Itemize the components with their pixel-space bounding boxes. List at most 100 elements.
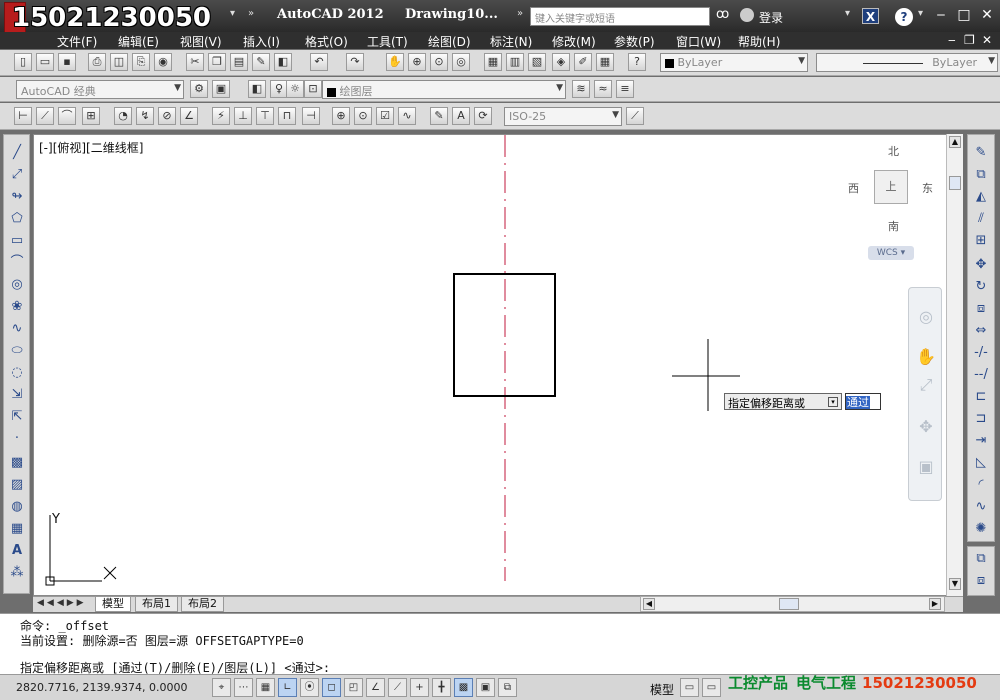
- menu-insert[interactable]: 插入(I): [243, 33, 280, 50]
- stretch-icon[interactable]: ⇔: [971, 321, 991, 341]
- dynamic-input-field[interactable]: 通过: [845, 393, 881, 410]
- tool-palettes-icon[interactable]: ▧: [528, 53, 546, 71]
- save-icon[interactable]: ▪: [58, 53, 76, 71]
- login-link[interactable]: 登录: [759, 9, 783, 26]
- ellipse-icon[interactable]: ⬭: [7, 341, 27, 361]
- tab-model[interactable]: 模型: [95, 597, 131, 612]
- blend-curves-icon[interactable]: ∿: [971, 497, 991, 517]
- move-icon[interactable]: ✥: [971, 255, 991, 275]
- offset-icon[interactable]: ⫽: [971, 209, 991, 229]
- menu-modify[interactable]: 修改(M): [552, 33, 596, 50]
- layer-previous-icon[interactable]: ≈: [594, 80, 612, 98]
- zoom-window-icon[interactable]: ⊙: [430, 53, 448, 71]
- 3d-print-icon[interactable]: ◉: [154, 53, 172, 71]
- dim-break-icon[interactable]: ⊣: [302, 107, 320, 125]
- menu-help[interactable]: 帮助(H): [738, 33, 780, 50]
- dropdown-arrow-icon[interactable]: ▾: [230, 8, 235, 19]
- circle-icon[interactable]: ◎: [7, 275, 27, 295]
- binoculars-icon[interactable]: ꝏ: [716, 7, 734, 25]
- dimstyle-combo[interactable]: ISO-25 ▼: [504, 107, 622, 126]
- showmotion-icon[interactable]: ▣: [915, 456, 937, 478]
- layer-lock-icon[interactable]: ⊡: [304, 80, 322, 98]
- viewcube-east[interactable]: 东: [922, 180, 933, 196]
- insert-block-icon[interactable]: ⇲: [7, 385, 27, 405]
- menu-view[interactable]: 视图(V): [180, 33, 222, 50]
- layer-freeze-icon[interactable]: ☼: [286, 80, 304, 98]
- break-icon[interactable]: ⊐: [971, 409, 991, 429]
- erase-icon[interactable]: ✎: [971, 143, 991, 163]
- vertical-scrollbar[interactable]: ▲ ▼: [946, 134, 963, 596]
- extend-icon[interactable]: --/: [971, 365, 991, 385]
- inspection-icon[interactable]: ☑: [376, 107, 394, 125]
- polyline-icon[interactable]: ↬: [7, 187, 27, 207]
- help-button-icon[interactable]: ?: [628, 53, 646, 71]
- copy-object-icon[interactable]: ⧉: [971, 165, 991, 185]
- snap-mode-icon[interactable]: ⋯: [234, 678, 253, 697]
- dynamic-ucs-icon[interactable]: ⟋: [388, 678, 407, 697]
- dim-space-icon[interactable]: ⊓: [278, 107, 296, 125]
- join-icon[interactable]: ⇥: [971, 431, 991, 451]
- zoom-previous-icon[interactable]: ◎: [452, 53, 470, 71]
- markup-icon[interactable]: ✐: [574, 53, 592, 71]
- object-snap-tracking-icon[interactable]: ∠: [366, 678, 385, 697]
- expand-arrows-icon[interactable]: »: [248, 8, 254, 19]
- gradient-icon[interactable]: ▨: [7, 475, 27, 495]
- publish-icon[interactable]: ⎘: [132, 53, 150, 71]
- block-editor-icon[interactable]: ◧: [274, 53, 292, 71]
- menu-file[interactable]: 文件(F): [57, 33, 97, 50]
- preview-icon[interactable]: ◫: [110, 53, 128, 71]
- dropdown-arrow-icon[interactable]: ▾: [845, 8, 850, 19]
- viewcube-south[interactable]: 南: [888, 218, 899, 234]
- dynamic-input-icon[interactable]: +: [410, 678, 429, 697]
- object-snap-icon[interactable]: ◻: [322, 678, 341, 697]
- open-icon[interactable]: ▭: [36, 53, 54, 71]
- new-icon[interactable]: ▯: [14, 53, 32, 71]
- coordinate-readout[interactable]: 2820.7716, 2139.9374, 0.0000: [16, 681, 187, 694]
- help-icon[interactable]: ?: [895, 8, 913, 26]
- angular-dim-icon[interactable]: ∠: [180, 107, 198, 125]
- undo-icon[interactable]: ↶: [310, 53, 328, 71]
- viewcube-top-face[interactable]: 上: [874, 170, 908, 204]
- layer-combo[interactable]: 绘图层 ▼: [322, 80, 566, 99]
- expand-arrows-icon[interactable]: »: [517, 8, 523, 19]
- transparency-icon[interactable]: ▩: [454, 678, 473, 697]
- dim-update-icon[interactable]: ⟳: [474, 107, 492, 125]
- redo-icon[interactable]: ↷: [346, 53, 364, 71]
- scroll-up-icon[interactable]: ▲: [949, 136, 961, 148]
- tolerance-icon[interactable]: ⊕: [332, 107, 350, 125]
- horizontal-scrollbar[interactable]: ◀ ▶: [640, 596, 945, 612]
- options-dropdown-icon[interactable]: ▾: [828, 397, 838, 407]
- menu-window[interactable]: 窗口(W): [676, 33, 721, 50]
- cut-icon[interactable]: ✂: [186, 53, 204, 71]
- rectangle-icon[interactable]: ▭: [7, 231, 27, 251]
- scroll-thumb[interactable]: [949, 176, 961, 190]
- arc-icon[interactable]: ⌒: [7, 253, 27, 273]
- viewcube-west[interactable]: 西: [848, 180, 859, 196]
- add-selected-icon[interactable]: ⁂: [7, 563, 27, 583]
- user-icon[interactable]: [740, 8, 754, 22]
- chamfer-icon[interactable]: ◺: [971, 453, 991, 473]
- menu-format[interactable]: 格式(O): [305, 33, 348, 50]
- dropdown-arrow-icon[interactable]: ▾: [918, 8, 923, 19]
- doc-restore-button[interactable]: ❐: [964, 33, 975, 47]
- doc-minimize-button[interactable]: ‒: [948, 33, 956, 47]
- center-mark-icon[interactable]: ⊙: [354, 107, 372, 125]
- ellipse-arc-icon[interactable]: ◌: [7, 363, 27, 383]
- workspace-combo[interactable]: AutoCAD 经典 ▼: [16, 80, 184, 99]
- dim-style-icon[interactable]: ⟋: [626, 107, 644, 125]
- match-properties-icon[interactable]: ✎: [252, 53, 270, 71]
- dim-text-edit-icon[interactable]: A: [452, 107, 470, 125]
- tab-layout1[interactable]: 布局1: [135, 597, 178, 612]
- table-icon[interactable]: ▦: [7, 519, 27, 539]
- viewcube[interactable]: 北 南 东 西 上: [848, 143, 942, 234]
- quick-properties-icon[interactable]: ▣: [476, 678, 495, 697]
- copy-icon[interactable]: ❐: [208, 53, 226, 71]
- pan-nav-icon[interactable]: ✋: [915, 346, 937, 368]
- explode-icon[interactable]: ✺: [971, 519, 991, 539]
- jogged-dim-icon[interactable]: ↯: [136, 107, 154, 125]
- workspace-settings-icon[interactable]: ⚙: [190, 80, 208, 98]
- aligned-dim-icon[interactable]: ⟋: [36, 107, 54, 125]
- zoom-nav-icon[interactable]: ⤢: [915, 374, 937, 396]
- orbit-nav-icon[interactable]: ✥: [915, 416, 937, 438]
- model-space-toggle[interactable]: 模型: [650, 681, 674, 698]
